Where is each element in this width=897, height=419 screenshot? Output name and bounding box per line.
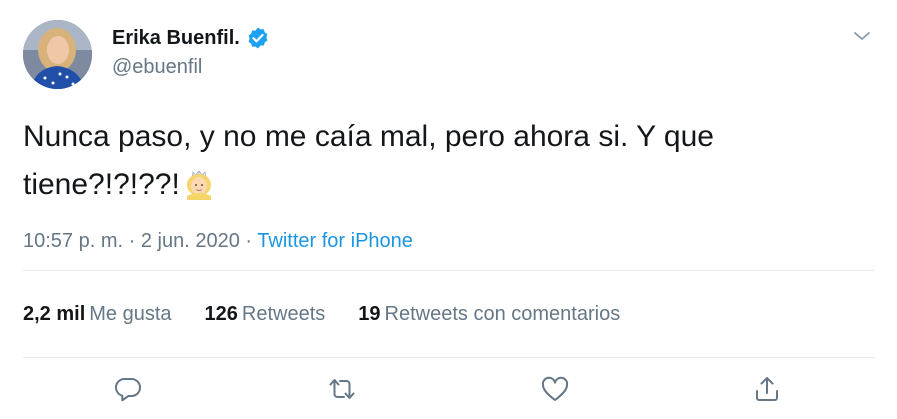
divider bbox=[23, 357, 875, 358]
tweet-meta: 10:57 p. m. · 2 jun. 2020 · Twitter for … bbox=[23, 230, 413, 253]
verified-badge-icon bbox=[246, 26, 270, 50]
tweet-source-link[interactable]: Twitter for iPhone bbox=[257, 230, 413, 252]
tweet-text: Nunca paso, y no me caía mal, pero ahora… bbox=[23, 113, 863, 209]
tweet-stats: 2,2 mil Me gusta 126 Retweets 19 Retweets c… bbox=[23, 303, 653, 326]
likes-label: Me gusta bbox=[89, 303, 172, 325]
likes-count: 2,2 mil bbox=[23, 303, 86, 325]
divider bbox=[23, 270, 875, 271]
quotes-label: Retweets con comentarios bbox=[384, 303, 621, 325]
retweets-label: Retweets bbox=[241, 303, 326, 325]
author-display-name[interactable]: Erika Buenfil. bbox=[112, 27, 240, 50]
retweet-button[interactable] bbox=[327, 374, 357, 404]
reply-icon bbox=[114, 378, 141, 402]
retweet-icon bbox=[329, 379, 355, 399]
tweet-time[interactable]: 10:57 p. m. bbox=[23, 230, 123, 252]
share-icon bbox=[756, 377, 778, 401]
retweets-count: 126 bbox=[204, 303, 238, 325]
meta-separator: · bbox=[128, 230, 136, 252]
author-name-row[interactable]: Erika Buenfil. bbox=[112, 26, 270, 50]
quotes-count: 19 bbox=[358, 303, 381, 325]
tweet-card: Erika Buenfil. @ebuenfil Nunca paso, y n… bbox=[0, 0, 897, 419]
meta-separator: · bbox=[245, 230, 253, 252]
like-button[interactable] bbox=[540, 374, 570, 404]
tweet-text-line2: tiene?!?!??! bbox=[23, 168, 180, 201]
tweet-text-line1: Nunca paso, y no me caía mal, pero ahora… bbox=[23, 120, 714, 153]
quotes-stat[interactable]: 19 Retweets con comentarios bbox=[358, 303, 620, 326]
likes-stat[interactable]: 2,2 mil Me gusta bbox=[23, 303, 172, 326]
princess-emoji-icon bbox=[182, 166, 216, 200]
author-handle[interactable]: @ebuenfil bbox=[112, 56, 202, 79]
chevron-down-icon[interactable] bbox=[850, 24, 874, 48]
tweet-date[interactable]: 2 jun. 2020 bbox=[141, 230, 240, 252]
share-button[interactable] bbox=[752, 374, 782, 404]
retweets-stat[interactable]: 126 Retweets bbox=[205, 303, 326, 326]
reply-button[interactable] bbox=[113, 374, 143, 404]
like-icon bbox=[541, 376, 569, 401]
avatar[interactable] bbox=[23, 20, 92, 89]
